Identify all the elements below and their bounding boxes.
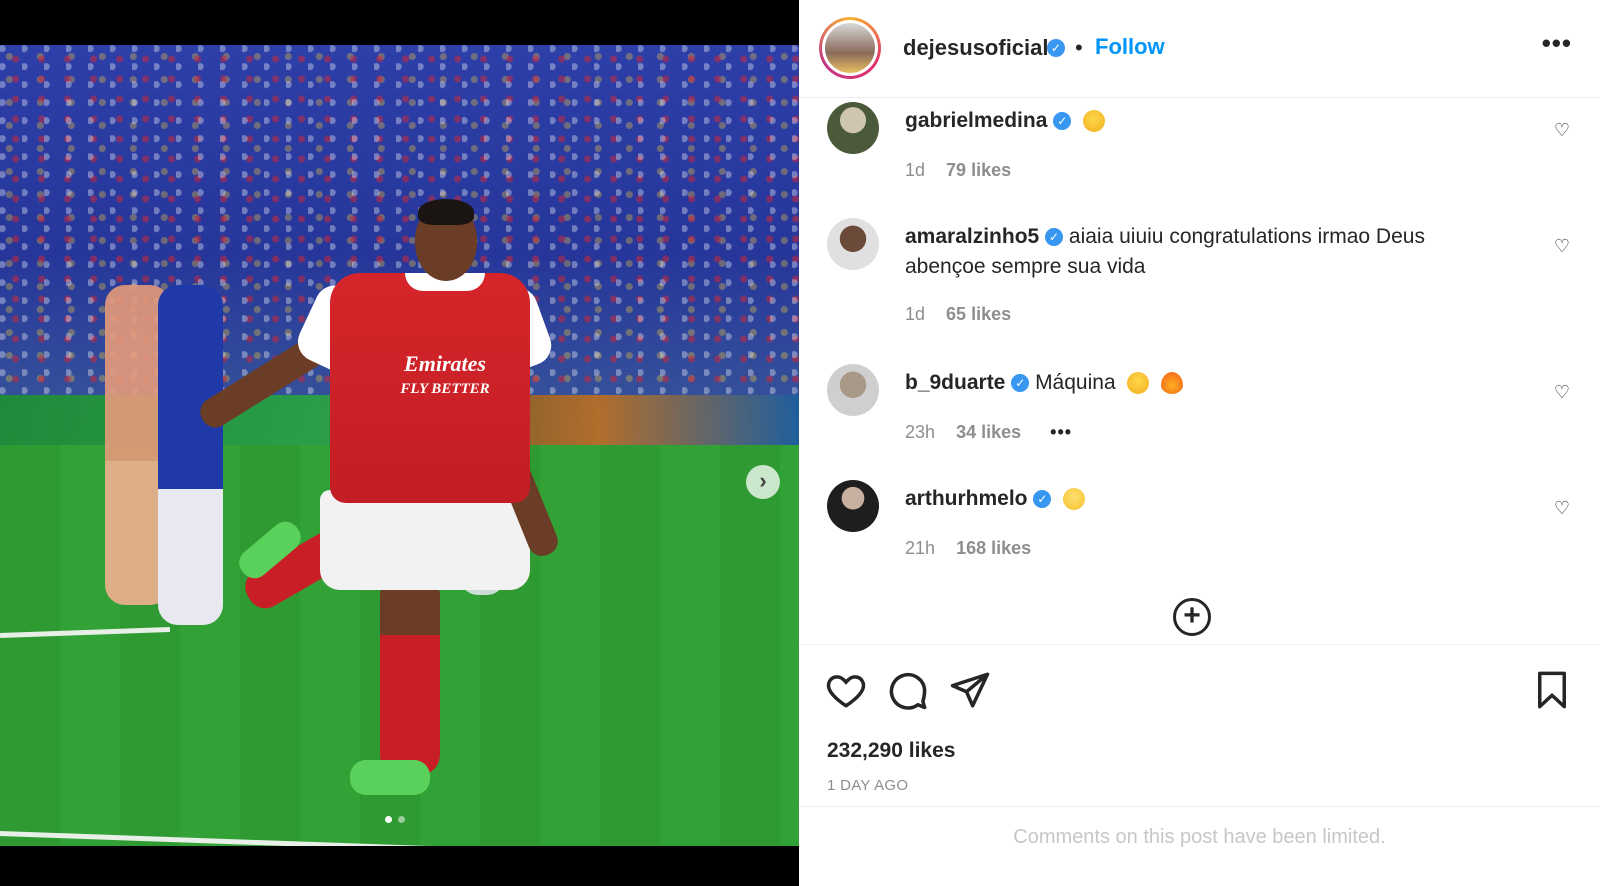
comment-like-heart-icon[interactable]: ♡ — [1554, 382, 1570, 403]
load-more-comments-icon[interactable]: + — [1173, 598, 1211, 636]
celebrating-player: Emirates FLY BETTER — [180, 195, 620, 815]
comment-likes[interactable]: 34 likes — [956, 422, 1021, 442]
like-heart-icon[interactable] — [825, 669, 867, 711]
player-shorts — [320, 490, 530, 590]
comments-list[interactable]: gabrielmedina ✓ 1d 79 likes ♡ amaralzinh… — [799, 98, 1600, 644]
comments-limited-notice: Comments on this post have been limited. — [799, 806, 1600, 886]
shirt-sponsor-logo: Emirates FLY BETTER — [400, 351, 490, 398]
commenter-username[interactable]: b_9duarte — [905, 371, 1005, 394]
comment-like-heart-icon[interactable]: ♡ — [1554, 236, 1570, 257]
raising-hands-emoji-icon — [1083, 110, 1106, 133]
next-slide-button[interactable]: › — [746, 465, 780, 499]
player-hair — [418, 199, 474, 225]
verified-badge-icon: ✓ — [1045, 228, 1064, 247]
commenter-username[interactable]: gabrielmedina — [905, 109, 1047, 132]
comment-options-icon[interactable]: ••• — [1050, 422, 1072, 442]
comment-like-heart-icon[interactable]: ♡ — [1554, 120, 1570, 141]
save-bookmark-icon[interactable] — [1531, 669, 1573, 711]
comment-likes[interactable]: 168 likes — [956, 538, 1031, 558]
more-options-icon[interactable]: ••• — [1542, 28, 1572, 59]
carousel-dot — [398, 816, 405, 823]
comment-likes[interactable]: 65 likes — [946, 304, 1011, 324]
post-date: 1 DAY AGO — [827, 777, 909, 794]
commenter-avatar[interactable] — [827, 218, 879, 270]
player-boot — [350, 760, 430, 795]
post-photo[interactable]: Emirates FLY BETTER › — [0, 45, 799, 846]
comment-time: 1d — [905, 160, 926, 180]
post-header: dejesusoficial ✓ • Follow ••• — [799, 0, 1600, 98]
verified-badge-icon: ✓ — [1033, 490, 1052, 509]
raising-hands-emoji-icon — [1127, 372, 1150, 395]
commenter-avatar[interactable] — [827, 102, 879, 154]
commenter-avatar[interactable] — [827, 480, 879, 532]
comment-bubble-icon[interactable] — [887, 669, 929, 711]
comment-like-heart-icon[interactable]: ♡ — [1554, 498, 1570, 519]
comment-likes[interactable]: 79 likes — [946, 160, 1011, 180]
carousel-indicator — [385, 816, 405, 823]
share-paper-plane-icon[interactable] — [949, 669, 991, 711]
post-media-panel: Emirates FLY BETTER › — [0, 0, 799, 886]
fire-emoji-icon — [1161, 372, 1184, 395]
author-avatar-image — [825, 23, 875, 73]
comment-time: 23h — [905, 422, 936, 442]
commenter-avatar[interactable] — [827, 364, 879, 416]
carousel-dot — [385, 816, 392, 823]
player-leg — [380, 575, 440, 775]
comment-text: Máquina — [1035, 371, 1116, 394]
post-likes-count[interactable]: 232,290 likes — [827, 739, 955, 763]
comment-time: 1d — [905, 304, 926, 324]
verified-badge-icon: ✓ — [1047, 39, 1065, 57]
post-actions: 232,290 likes 1 DAY AGO — [799, 644, 1600, 806]
author-avatar[interactable] — [819, 17, 881, 79]
post-side-panel: dejesusoficial ✓ • Follow ••• gabrielmed… — [799, 0, 1600, 886]
commenter-username[interactable]: amaralzinho5 — [905, 225, 1039, 248]
comment-time: 21h — [905, 538, 936, 558]
header-separator: • — [1075, 35, 1083, 60]
commenter-username[interactable]: arthurhmelo — [905, 487, 1028, 510]
clapping-hands-emoji-icon — [1063, 488, 1086, 511]
follow-button[interactable]: Follow — [1095, 34, 1165, 60]
verified-badge-icon: ✓ — [1053, 112, 1072, 131]
verified-badge-icon: ✓ — [1011, 374, 1030, 393]
author-username[interactable]: dejesusoficial — [903, 35, 1049, 61]
